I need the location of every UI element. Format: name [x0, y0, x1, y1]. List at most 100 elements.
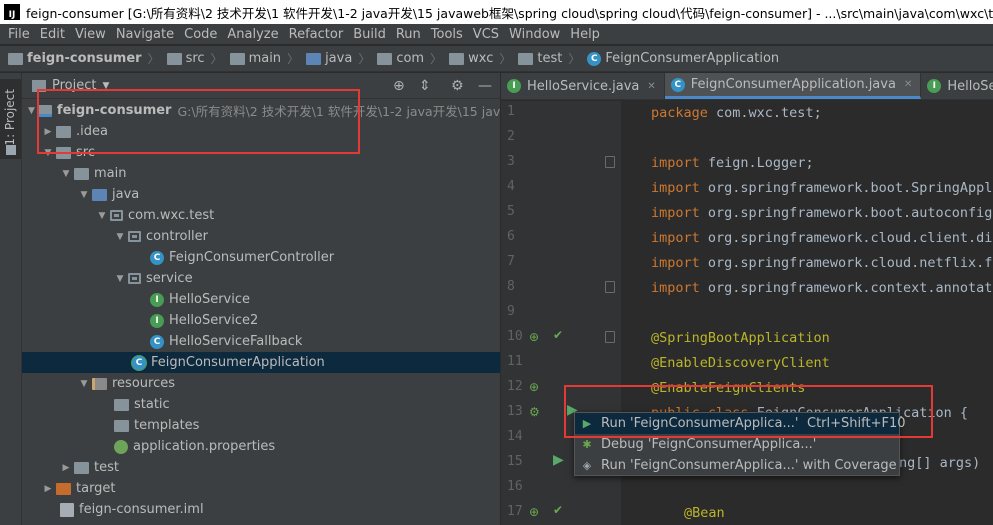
- breadcrumb-item-com[interactable]: com 〉: [377, 50, 449, 67]
- tree-item-helloservice2[interactable]: I HelloService2: [22, 310, 500, 331]
- tree-item-feignconsumercontroller[interactable]: C FeignConsumerController: [22, 247, 500, 268]
- menu-file[interactable]: File: [3, 27, 35, 42]
- spring-check-icon[interactable]: ✔: [553, 503, 563, 517]
- breadcrumb-item-test[interactable]: test 〉: [518, 50, 587, 67]
- spring-search-icon[interactable]: ⊕: [529, 330, 539, 344]
- breadcrumb-item-src[interactable]: src 〉: [166, 50, 230, 67]
- debug-menu-item[interactable]: ✱ Debug 'FeignConsumerApplica...': [575, 434, 899, 455]
- tree-item-application-properties[interactable]: application.properties: [22, 436, 500, 457]
- spring-context-icon[interactable]: ⚙: [529, 405, 540, 419]
- tree-item-resources[interactable]: ▼ resources: [22, 373, 500, 394]
- fold-marker-icon[interactable]: [605, 281, 615, 293]
- spring-bean-icon[interactable]: ✔: [553, 328, 563, 342]
- code-line: @Bean: [684, 505, 725, 521]
- debug-bug-icon: ✱: [582, 438, 592, 451]
- run-menu-item[interactable]: ▶ Run 'FeignConsumerApplica...' Ctrl+Shi…: [575, 413, 905, 434]
- menu-tools[interactable]: Tools: [426, 27, 468, 42]
- folder-icon: [56, 146, 71, 159]
- expand-arrow-icon[interactable]: ▼: [114, 232, 126, 242]
- spring-bean-icon[interactable]: ⊕: [529, 505, 539, 519]
- menu-code[interactable]: Code: [179, 27, 222, 42]
- package-icon: [128, 231, 141, 242]
- breadcrumb-item-project[interactable]: feign-consumer 〉: [8, 50, 167, 67]
- breadcrumb: feign-consumer 〉 src 〉 main 〉 java 〉 com 〉 wx…: [0, 46, 993, 72]
- tree-item-feignconsumerapplication[interactable]: C FeignConsumerApplication: [22, 352, 500, 373]
- menu-view[interactable]: View: [70, 27, 111, 42]
- fold-marker-icon[interactable]: [605, 156, 615, 168]
- line-number: 5: [507, 204, 515, 219]
- tree-item-idea[interactable]: ▶ .idea: [22, 121, 500, 142]
- expand-arrow-icon[interactable]: ▼: [114, 274, 126, 284]
- tree-item-package[interactable]: ▼ com.wxc.test: [22, 205, 500, 226]
- menu-edit[interactable]: Edit: [35, 27, 70, 42]
- chevron-right-icon: 〉: [287, 52, 300, 66]
- class-icon: C: [587, 51, 602, 66]
- tree-item-java[interactable]: ▼ java: [22, 184, 500, 205]
- tree-item-helloservicefallback[interactable]: C HelloServiceFallback: [22, 331, 500, 352]
- source-folder-icon: [92, 188, 107, 201]
- project-tool-icon: [6, 145, 16, 155]
- tree-item-static[interactable]: static: [22, 394, 500, 415]
- expand-arrow-icon[interactable]: ▼: [78, 190, 90, 200]
- run-shortcut: Ctrl+Shift+F10: [807, 416, 906, 431]
- expand-arrow-icon[interactable]: ▼: [42, 148, 54, 158]
- tree-item-templates[interactable]: templates: [22, 415, 500, 436]
- folder-icon: [114, 398, 129, 411]
- folder-icon: [74, 167, 89, 180]
- menu-analyze[interactable]: Analyze: [222, 27, 283, 42]
- expand-arrow-icon[interactable]: ▼: [60, 169, 72, 179]
- expand-arrow-icon[interactable]: ▼: [78, 379, 90, 389]
- tree-item-test[interactable]: ▶ test: [22, 457, 500, 478]
- line-number: 17: [507, 504, 523, 519]
- breadcrumb-item-class[interactable]: C FeignConsumerApplication: [587, 51, 779, 66]
- breadcrumb-item-wxc[interactable]: wxc 〉: [449, 50, 518, 67]
- collapse-arrow-icon[interactable]: ▶: [42, 127, 54, 137]
- tree-item-main[interactable]: ▼ main: [22, 163, 500, 184]
- menu-navigate[interactable]: Navigate: [111, 27, 179, 42]
- close-icon[interactable]: ✕: [904, 79, 912, 90]
- hide-panel-icon[interactable]: —: [478, 78, 492, 94]
- tree-item-feign-consumer-iml[interactable]: feign-consumer.iml: [22, 499, 500, 520]
- breadcrumb-item-java[interactable]: java 〉: [306, 50, 377, 67]
- menu-run[interactable]: Run: [391, 27, 426, 42]
- expand-arrow-icon[interactable]: ▼: [96, 211, 108, 221]
- project-panel-header: Project ▼ ⊕ ⇕ ⚙ —: [22, 73, 500, 99]
- tree-item-target[interactable]: ▶ target: [22, 478, 500, 499]
- gear-icon[interactable]: ⚙: [451, 78, 464, 94]
- collapse-all-icon[interactable]: ⇕: [419, 78, 431, 94]
- run-gutter-icon[interactable]: ▶: [553, 452, 564, 468]
- collapse-arrow-icon[interactable]: ▶: [42, 484, 54, 494]
- coverage-menu-item[interactable]: ◈ Run 'FeignConsumerApplica...' with Cov…: [575, 455, 899, 476]
- menu-help[interactable]: Help: [565, 27, 605, 42]
- expand-arrow-icon[interactable]: ▼: [28, 106, 35, 116]
- project-view-dropdown[interactable]: Project: [52, 78, 96, 93]
- menu-build[interactable]: Build: [348, 27, 391, 42]
- tab-helloservice2[interactable]: I HelloService2.ja: [921, 73, 993, 99]
- menu-vcs[interactable]: VCS: [468, 27, 504, 42]
- breadcrumb-item-main[interactable]: main 〉: [229, 50, 307, 67]
- module-file-icon: [60, 502, 74, 517]
- code-line: import feign.Logger;: [651, 155, 814, 171]
- locate-target-icon[interactable]: ⊕: [393, 78, 405, 94]
- code-line: import org.springframework.cloud.netflix…: [651, 255, 993, 271]
- caret-down-icon[interactable]: ▼: [102, 81, 109, 91]
- tab-helloservice[interactable]: I HelloService.java ✕: [501, 73, 665, 99]
- code-line: @EnableDiscoveryClient: [651, 355, 830, 371]
- spring-properties-file-icon: [114, 439, 128, 454]
- project-tool-tab[interactable]: 1: Project: [0, 79, 21, 159]
- tab-feignconsumerapplication[interactable]: C FeignConsumerApplication.java ✕: [664, 73, 922, 99]
- fold-marker-icon[interactable]: [605, 331, 615, 343]
- close-icon[interactable]: ✕: [647, 81, 655, 92]
- collapse-arrow-icon[interactable]: ▶: [60, 463, 72, 473]
- tree-item-src[interactable]: ▼ src: [22, 142, 500, 163]
- spring-search-icon[interactable]: ⊕: [529, 380, 539, 394]
- source-folder-icon: [306, 52, 322, 65]
- tree-item-helloservice[interactable]: I HelloService: [22, 289, 500, 310]
- tree-item-controller[interactable]: ▼ controller: [22, 226, 500, 247]
- menu-window[interactable]: Window: [504, 27, 565, 42]
- line-number: 1: [507, 104, 515, 119]
- line-number: 15: [507, 454, 523, 469]
- tree-item-feign-consumer[interactable]: ▼ feign-consumer G:\所有资料\2 技术开发\1 软件开发\1…: [22, 100, 534, 121]
- menu-refactor[interactable]: Refactor: [284, 27, 349, 42]
- tree-item-service[interactable]: ▼ service: [22, 268, 500, 289]
